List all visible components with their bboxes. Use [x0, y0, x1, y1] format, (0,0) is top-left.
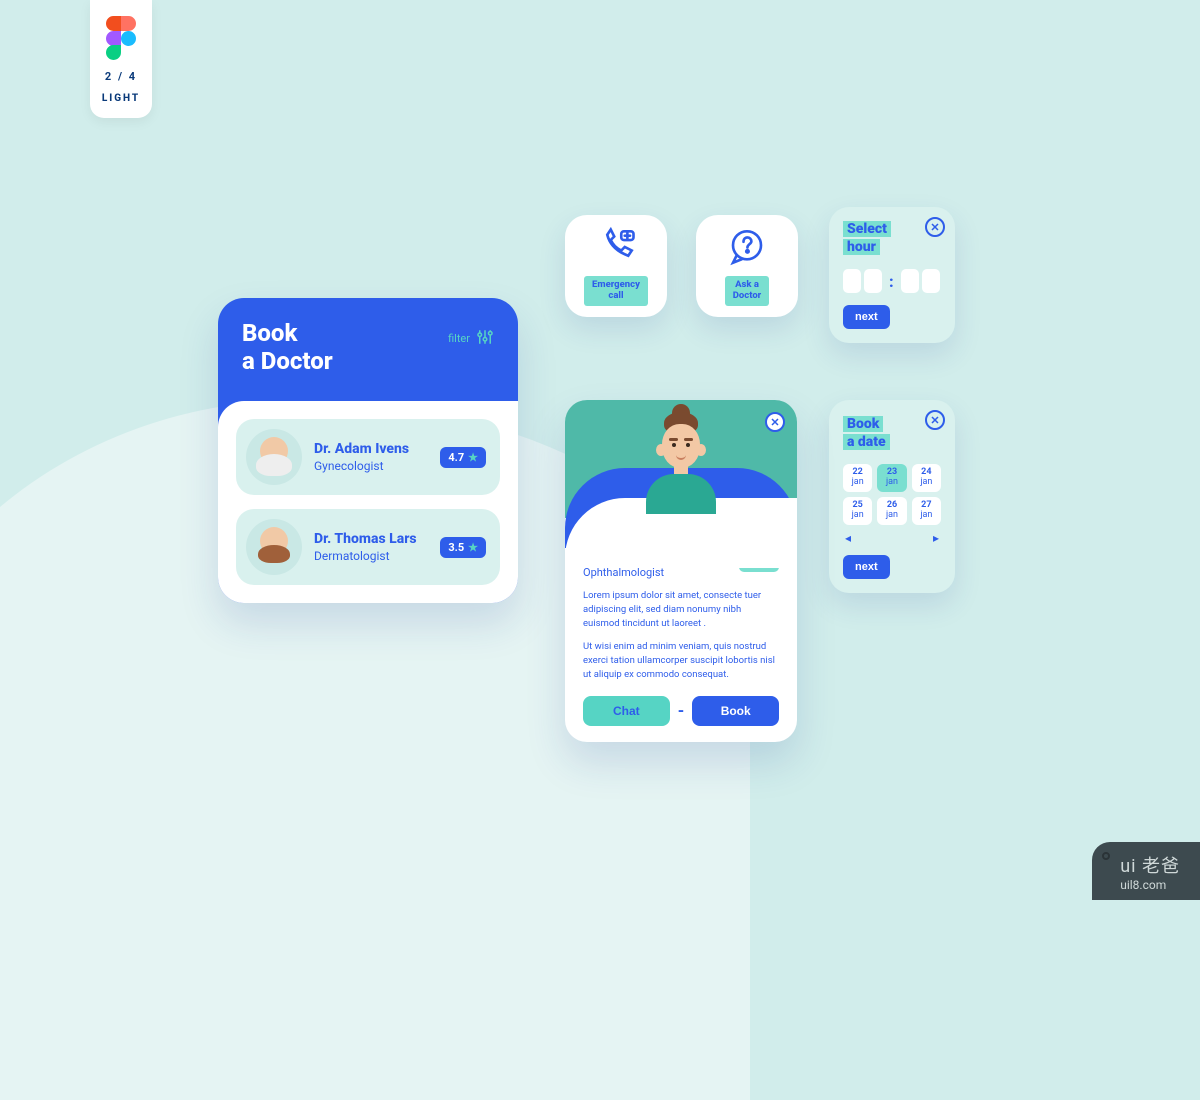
filter-label: filter — [448, 332, 470, 345]
doctor-name: Dr. Adam Ivens — [314, 441, 428, 457]
avatar — [246, 429, 302, 485]
badge-mode: LIGHT — [102, 93, 140, 104]
time-separator: : — [889, 272, 894, 291]
watermark-url: uil8.com — [1120, 878, 1180, 892]
close-icon[interactable]: ✕ — [925, 410, 945, 430]
avatar — [636, 412, 726, 507]
book-doctor-title: Book a Doctor — [242, 320, 333, 375]
rating-badge: 4.7 ★ — [440, 447, 486, 468]
doctor-specialty: Dermatologist — [314, 549, 428, 563]
star-icon: ★ — [468, 451, 478, 464]
watermark: ui 老爸 uil8.com — [1092, 842, 1200, 900]
book-date-card: ✕ Booka date 22jan23jan24jan25jan26jan27… — [829, 400, 955, 593]
emergency-call-tile[interactable]: Emergencycall — [565, 215, 667, 317]
watermark-dot-icon — [1102, 852, 1110, 860]
tile-label: Ask aDoctor — [725, 276, 769, 306]
badge-count: 2 / 4 — [105, 70, 137, 83]
doctor-list-item[interactable]: Dr. Thomas Lars Dermatologist 3.5 ★ — [236, 509, 500, 585]
hour-digit-input[interactable] — [843, 269, 861, 293]
prev-arrow-icon[interactable]: ◂ — [845, 531, 851, 545]
figma-badge: 2 / 4 LIGHT — [90, 0, 152, 118]
date-cell[interactable]: 27jan — [912, 497, 941, 525]
question-chat-icon — [726, 226, 768, 268]
phone-plus-icon — [595, 226, 637, 268]
next-button[interactable]: next — [843, 305, 890, 329]
sliders-icon — [476, 328, 494, 349]
date-cell[interactable]: 26jan — [877, 497, 906, 525]
minute-digit-input[interactable] — [901, 269, 919, 293]
tile-label: Emergencycall — [584, 276, 648, 306]
avatar — [246, 519, 302, 575]
date-cell[interactable]: 22jan — [843, 464, 872, 492]
doctor-list-item[interactable]: Dr. Adam Ivens Gynecologist 4.7 ★ — [236, 419, 500, 495]
filter-button[interactable]: filter — [448, 328, 494, 349]
title-line-1: Book — [242, 319, 297, 347]
date-cell[interactable]: 24jan — [912, 464, 941, 492]
hour-digit-input[interactable] — [864, 269, 882, 293]
rating-value: 4.7 — [448, 451, 464, 464]
doctor-specialty: Gynecologist — [314, 459, 428, 473]
doctor-name: Dr. Thomas Lars — [314, 531, 428, 547]
profile-hero: ✕ — [565, 400, 797, 518]
ask-doctor-tile[interactable]: Ask aDoctor — [696, 215, 798, 317]
chat-button[interactable]: Chat — [583, 696, 670, 726]
doctor-bio: Lorem ipsum dolor sit amet, consecte tue… — [583, 589, 779, 682]
select-hour-card: ✕ Selecthour : next — [829, 207, 955, 343]
close-icon[interactable]: ✕ — [765, 412, 785, 432]
hour-input-row: : — [843, 269, 941, 293]
rating-value: 3.5 — [448, 541, 464, 554]
book-doctor-card: Book a Doctor filter Dr. Adam Ivens Gyne… — [218, 298, 518, 603]
book-doctor-header: Book a Doctor filter — [218, 298, 518, 415]
next-button[interactable]: next — [843, 555, 890, 579]
watermark-logo: ui 老爸 — [1120, 852, 1180, 878]
star-icon: ★ — [468, 541, 478, 554]
doctor-profile-card: ✕ Dr. Mary Kidman Ophthalmologist 3.5 ★ … — [565, 400, 797, 742]
separator: - — [678, 701, 685, 720]
rating-badge: 3.5 ★ — [440, 537, 486, 558]
next-arrow-icon[interactable]: ▸ — [933, 531, 939, 545]
doctor-list: Dr. Adam Ivens Gynecologist 4.7 ★ Dr. Th… — [218, 401, 518, 603]
bio-paragraph: Ut wisi enim ad minim veniam, quis nostr… — [583, 640, 779, 681]
minute-digit-input[interactable] — [922, 269, 940, 293]
close-icon[interactable]: ✕ — [925, 217, 945, 237]
title-line-2: a Doctor — [242, 347, 333, 375]
date-grid: 22jan23jan24jan 25jan26jan27jan — [843, 464, 941, 525]
date-cell[interactable]: 25jan — [843, 497, 872, 525]
bio-paragraph: Lorem ipsum dolor sit amet, consecte tue… — [583, 589, 779, 630]
figma-logo-icon — [106, 16, 136, 60]
book-button[interactable]: Book — [692, 696, 779, 726]
date-cell[interactable]: 23jan — [877, 464, 906, 492]
